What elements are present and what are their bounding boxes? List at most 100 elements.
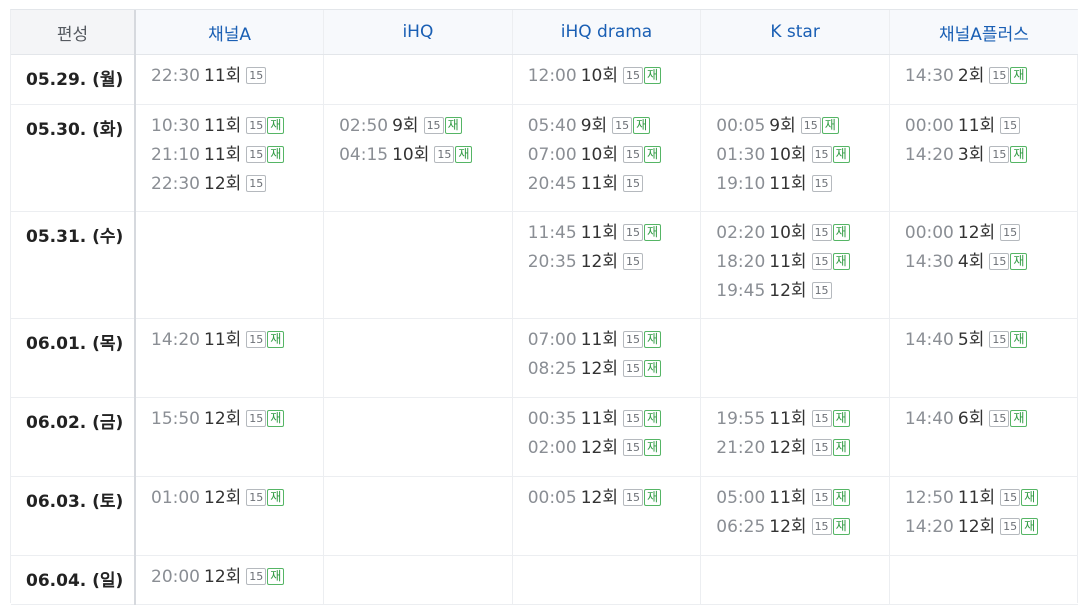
air-time: 00:05 [527,487,577,508]
program-entry[interactable]: 20:35 12회 15 [528,247,701,276]
episode-number: 2회 [957,65,985,86]
schedule-cell: 12:50 11회 15 재 14:20 12회 15 재 [888,476,1078,556]
age-rating-badge: 15 [622,489,643,506]
episode-number: 4회 [957,251,985,272]
program-entry[interactable]: 19:55 11회 15 재 [716,404,889,433]
episode-number: 12회 [580,251,618,272]
program-entry[interactable]: 14:20 12회 15 재 [905,512,1078,541]
schedule-cell: 02:50 9회 15 재 04:15 10회 15 재 [323,104,513,212]
schedule-row: 05.31. (수) 11:45 11회 15 재 20:35 12회 15 02:20 10… [11,211,1078,319]
rerun-badge: 재 [832,410,850,427]
program-entry[interactable]: 19:45 12회 15 [716,276,889,305]
rerun-badge: 재 [1010,410,1028,427]
program-entry[interactable]: 05:00 11회 15 재 [716,483,889,512]
program-entry[interactable]: 20:00 12회 15 재 [151,562,323,591]
schedule-cell: 19:55 11회 15 재 21:20 12회 15 재 [700,397,890,477]
air-time: 00:35 [527,408,577,429]
age-rating-badge: 15 [1000,117,1021,134]
program-entry[interactable]: 19:10 11회 15 [716,169,889,198]
program-entry[interactable]: 05:40 9회 15 재 [528,111,701,140]
program-entry[interactable]: 07:00 10회 15 재 [528,140,701,169]
program-entry[interactable]: 02:00 12회 15 재 [528,433,701,462]
air-time: 00:00 [904,115,954,136]
program-entry[interactable]: 02:20 10회 15 재 [716,218,889,247]
channel-header-4[interactable]: 채널A플러스 [888,10,1078,55]
age-rating-badge: 15 [622,439,643,456]
age-rating-badge: 15 [246,67,267,84]
program-entry[interactable]: 07:00 11회 15 재 [528,325,701,354]
program-entry[interactable]: 14:20 11회 15 재 [151,325,323,354]
program-entry[interactable]: 14:20 3회 15 재 [905,140,1078,169]
program-entry[interactable]: 11:45 11회 15 재 [528,218,701,247]
schedule-cell: 14:20 11회 15 재 [134,318,324,398]
air-time: 02:50 [339,115,389,136]
age-rating-badge: 15 [811,253,832,270]
program-entry[interactable]: 21:10 11회 15 재 [151,140,323,169]
schedule-cell: 00:05 12회 15 재 [511,476,701,556]
program-entry[interactable]: 22:30 11회 15 [151,61,323,90]
program-entry[interactable]: 02:50 9회 15 재 [339,111,512,140]
program-entry[interactable]: 08:25 12회 15 재 [528,354,701,383]
episode-number: 10회 [580,65,618,86]
rerun-badge: 재 [1010,146,1028,163]
episode-number: 12회 [580,487,618,508]
age-rating-badge: 15 [989,253,1010,270]
channel-header-0[interactable]: 채널A [134,10,324,55]
rerun-badge: 재 [643,67,662,84]
program-entry[interactable]: 20:45 11회 15 [528,169,701,198]
date-cell: 05.30. (화) [11,104,136,212]
program-entry[interactable]: 14:30 2회 15 재 [905,61,1078,90]
program-entry[interactable]: 22:30 12회 15 [151,169,323,198]
schedule-row: 06.04. (일) 20:00 12회 15 재 [11,555,1078,605]
episode-number: 12회 [204,408,242,429]
program-entry[interactable]: 12:00 10회 15 재 [528,61,701,90]
rerun-badge: 재 [267,410,285,427]
episode-number: 9회 [392,115,419,136]
channel-header-3[interactable]: K star [700,10,890,55]
episode-number: 12회 [769,280,807,301]
program-entry[interactable]: 14:40 6회 15 재 [905,404,1078,433]
program-entry[interactable]: 21:20 12회 15 재 [716,433,889,462]
schedule-cell: 01:00 12회 15 재 [134,476,324,556]
program-entry[interactable]: 01:30 10회 15 재 [716,140,889,169]
episode-number: 11회 [204,65,242,86]
program-entry[interactable]: 06:25 12회 15 재 [716,512,889,541]
episode-number: 11회 [769,251,807,272]
program-entry[interactable]: 14:30 4회 15 재 [905,247,1078,276]
rerun-badge: 재 [821,117,839,134]
air-time: 19:55 [716,408,766,429]
air-time: 14:30 [904,65,954,86]
program-entry[interactable]: 18:20 11회 15 재 [716,247,889,276]
air-time: 18:20 [716,251,766,272]
program-entry[interactable]: 00:05 9회 15 재 [716,111,889,140]
rerun-badge: 재 [643,224,662,241]
program-entry[interactable]: 00:05 12회 15 재 [528,483,701,512]
program-entry[interactable]: 00:00 12회 15 [905,218,1078,247]
date-cell: 06.04. (일) [11,555,136,605]
age-rating-badge: 15 [1000,518,1021,535]
channel-header-2[interactable]: iHQ drama [511,10,701,55]
program-entry[interactable]: 00:35 11회 15 재 [528,404,701,433]
program-entry[interactable]: 10:30 11회 15 재 [151,111,323,140]
episode-number: 12회 [580,437,618,458]
schedule-cell: 14:40 6회 15 재 [888,397,1078,477]
age-rating-badge: 15 [989,410,1010,427]
schedule-cell [700,318,890,398]
schedule-cell: 00:05 9회 15 재 01:30 10회 15 재 19:10 11회 15 [700,104,890,212]
episode-number: 12회 [204,173,242,194]
header-row: 편성 채널A iHQ iHQ drama K star 채널A플러스 [11,10,1078,55]
program-entry[interactable]: 00:00 11회 15 [905,111,1078,140]
program-entry[interactable]: 12:50 11회 15 재 [905,483,1078,512]
age-rating-badge: 15 [434,146,455,163]
date-cell: 06.01. (목) [11,318,136,398]
program-entry[interactable]: 01:00 12회 15 재 [151,483,323,512]
air-time: 08:25 [527,358,577,379]
program-entry[interactable]: 15:50 12회 15 재 [151,404,323,433]
program-entry[interactable]: 04:15 10회 15 재 [339,140,512,169]
episode-number: 12회 [957,516,996,537]
rerun-badge: 재 [444,117,462,134]
age-rating-badge: 15 [989,146,1010,163]
channel-header-1[interactable]: iHQ [323,10,513,55]
age-rating-badge: 15 [811,146,832,163]
program-entry[interactable]: 14:40 5회 15 재 [905,325,1078,354]
